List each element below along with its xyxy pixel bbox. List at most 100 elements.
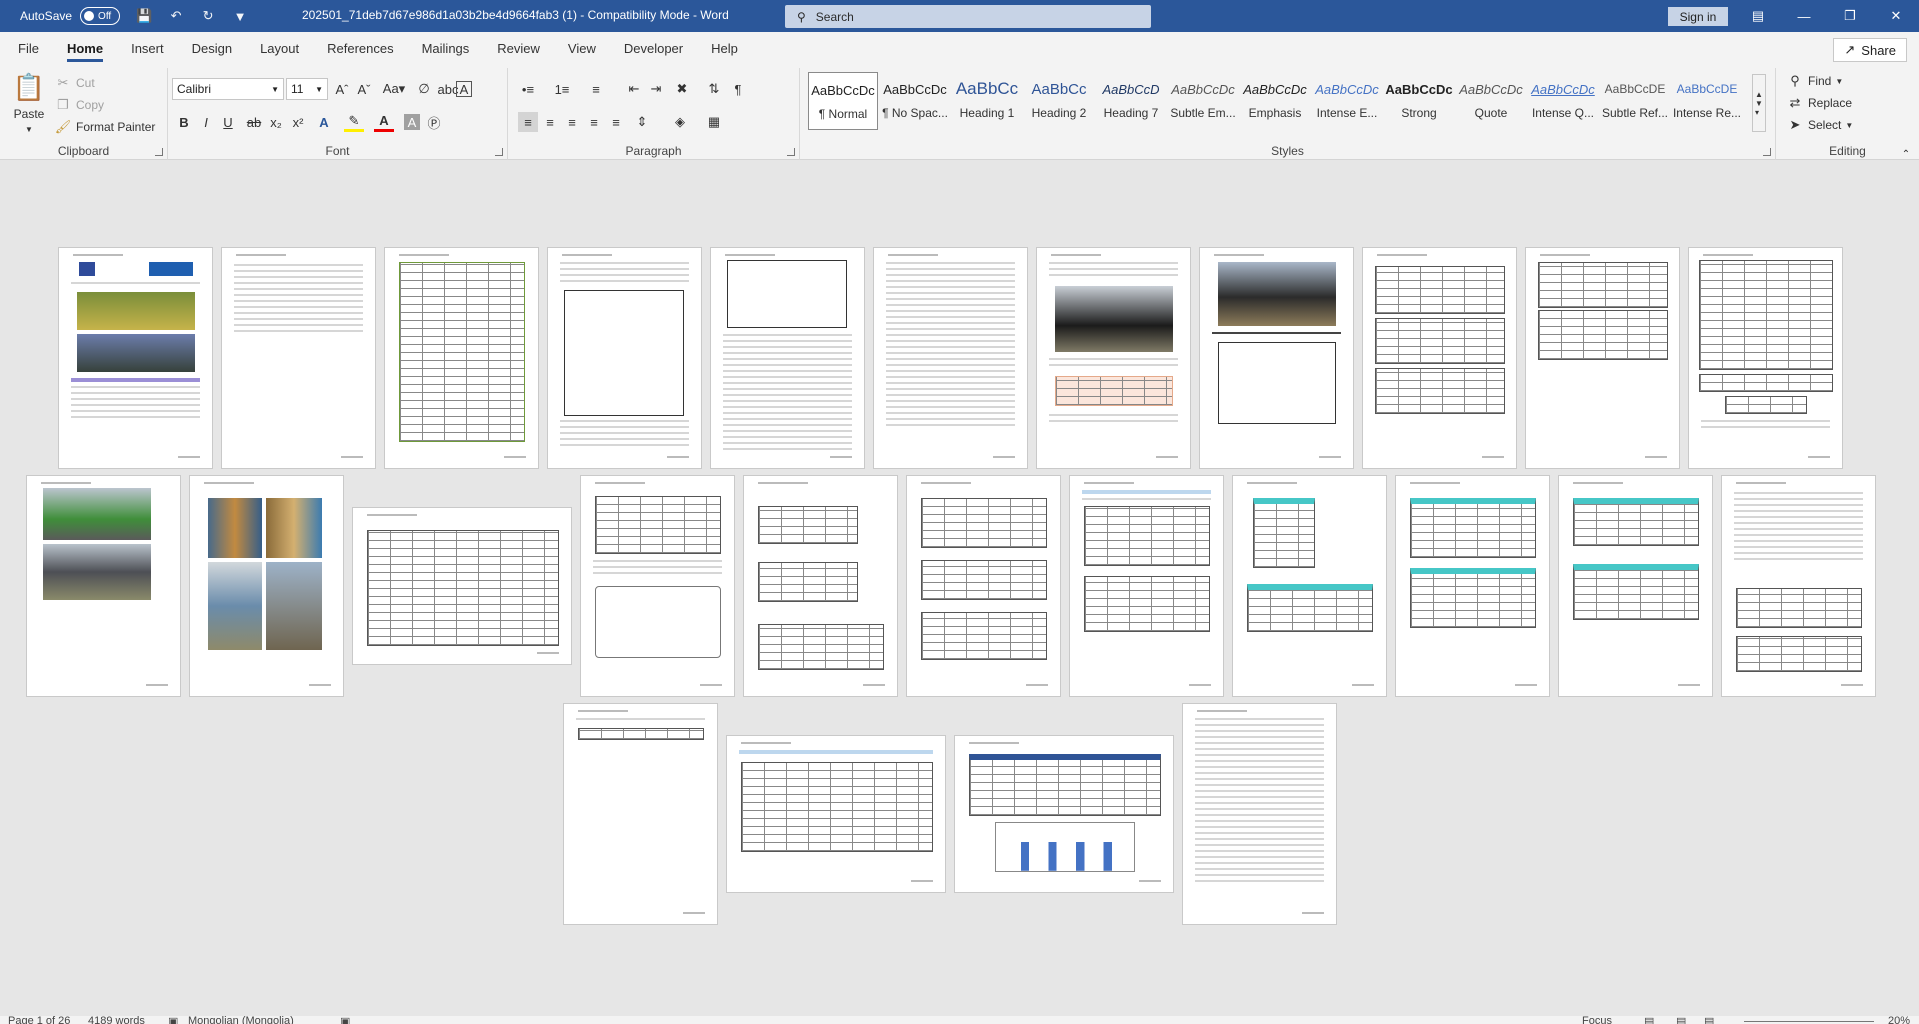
customize-qat-icon[interactable]: ▼ bbox=[232, 8, 248, 24]
line-spacing-icon[interactable]: ⇕ bbox=[632, 112, 652, 132]
multilevel-list-icon[interactable]: ≡ bbox=[586, 79, 606, 99]
borders-icon[interactable]: ▦ bbox=[704, 112, 724, 132]
style-no-spacing[interactable]: AaBbCcDc ¶ No Spac... bbox=[880, 72, 950, 130]
page-thumbnail[interactable] bbox=[563, 703, 718, 925]
page-thumbnail[interactable] bbox=[1069, 475, 1224, 697]
clear-formatting-icon[interactable]: ∅ bbox=[414, 79, 434, 99]
style-heading-2[interactable]: AaBbCc Heading 2 bbox=[1024, 72, 1094, 130]
character-border-icon[interactable]: A bbox=[456, 81, 472, 97]
sort-icon[interactable]: ⇅ bbox=[704, 79, 724, 99]
autosave-toggle[interactable]: Off bbox=[80, 7, 121, 25]
tab-references[interactable]: References bbox=[313, 41, 407, 64]
signin-button[interactable]: Sign in bbox=[1668, 7, 1728, 26]
decrease-indent-icon[interactable]: ⇤ bbox=[624, 79, 644, 99]
tab-insert[interactable]: Insert bbox=[117, 41, 178, 64]
format-painter-button[interactable]: 🖌 Format Painter bbox=[54, 118, 156, 136]
tab-file[interactable]: File bbox=[4, 41, 53, 64]
page-thumbnail[interactable] bbox=[1558, 475, 1713, 697]
page-thumbnail[interactable] bbox=[1688, 247, 1843, 469]
paragraph-launcher-icon[interactable] bbox=[787, 148, 795, 156]
style-strong[interactable]: AaBbCcDс Strong bbox=[1384, 72, 1454, 130]
page-thumbnail[interactable] bbox=[726, 735, 946, 893]
autosave[interactable]: AutoSave Off bbox=[20, 7, 121, 25]
font-launcher-icon[interactable] bbox=[495, 148, 503, 156]
page-thumbnail[interactable] bbox=[1036, 247, 1191, 469]
ribbon-display-icon[interactable]: ▤ bbox=[1735, 0, 1781, 32]
share-button[interactable]: ↗ Share bbox=[1833, 38, 1907, 62]
word-count[interactable]: 4189 words bbox=[88, 1015, 145, 1024]
text-effects-icon[interactable]: A bbox=[314, 112, 334, 132]
focus-button[interactable]: Focus bbox=[1582, 1015, 1612, 1024]
shrink-font-icon[interactable]: Aˇ bbox=[354, 79, 374, 99]
style-normal[interactable]: AaBbCcDc ¶ Normal bbox=[808, 72, 878, 130]
print-layout-icon[interactable]: ▤ bbox=[1676, 1015, 1686, 1024]
underline-button[interactable]: U bbox=[218, 112, 238, 132]
page-thumbnail[interactable] bbox=[352, 507, 572, 665]
distributed-icon[interactable]: ≡ bbox=[606, 112, 626, 132]
page-thumbnail[interactable] bbox=[58, 247, 213, 469]
proofing-icon[interactable]: ▣ bbox=[168, 1015, 178, 1024]
clipboard-launcher-icon[interactable] bbox=[155, 148, 163, 156]
style-intense-quote[interactable]: AaBbCcDс Intense Q... bbox=[1528, 72, 1598, 130]
page-count[interactable]: Page 1 of 26 bbox=[8, 1015, 70, 1024]
bullets-icon[interactable]: •≡ bbox=[518, 79, 538, 99]
pilcrow-icon[interactable]: ¶ bbox=[728, 79, 748, 99]
page-thumbnail[interactable] bbox=[1362, 247, 1517, 469]
page-thumbnail[interactable] bbox=[1232, 475, 1387, 697]
font-size-select[interactable]: 11 ▼ bbox=[286, 78, 328, 100]
style-subtle-reference[interactable]: AaBbCcDE Subtle Ref... bbox=[1600, 72, 1670, 130]
tab-layout[interactable]: Layout bbox=[246, 41, 313, 64]
style-intense-emphasis[interactable]: AaBbCcDс Intense E... bbox=[1312, 72, 1382, 130]
page-thumbnail[interactable] bbox=[873, 247, 1028, 469]
style-quote[interactable]: AaBbCcDс Quote bbox=[1456, 72, 1526, 130]
align-left-icon[interactable]: ≡ bbox=[518, 112, 538, 132]
asian-layout-icon[interactable]: ✖ bbox=[672, 79, 692, 99]
highlight-icon[interactable]: ✎ bbox=[344, 112, 364, 132]
style-heading-7[interactable]: AaBbCcD Heading 7 bbox=[1096, 72, 1166, 130]
page-thumbnail[interactable] bbox=[954, 735, 1174, 893]
page-thumbnail[interactable] bbox=[547, 247, 702, 469]
styles-launcher-icon[interactable] bbox=[1763, 148, 1771, 156]
page-thumbnail[interactable] bbox=[384, 247, 539, 469]
page-thumbnail[interactable] bbox=[710, 247, 865, 469]
increase-indent-icon[interactable]: ⇥ bbox=[646, 79, 666, 99]
page-thumbnail[interactable] bbox=[743, 475, 898, 697]
page-thumbnail[interactable] bbox=[189, 475, 344, 697]
superscript-button[interactable]: x² bbox=[288, 112, 308, 132]
tab-home[interactable]: Home bbox=[53, 41, 117, 64]
save-icon[interactable]: 💾 bbox=[136, 8, 152, 24]
phonetic-guide-icon[interactable]: abc bbox=[438, 79, 459, 99]
find-button[interactable]: ⚲ Find ▼ bbox=[1786, 72, 1843, 90]
grow-font-icon[interactable]: Aˆ bbox=[332, 79, 352, 99]
tab-developer[interactable]: Developer bbox=[610, 41, 697, 64]
style-emphasis[interactable]: AaBbCcDс Emphasis bbox=[1240, 72, 1310, 130]
subscript-button[interactable]: x₂ bbox=[266, 112, 286, 132]
page-thumbnail[interactable] bbox=[906, 475, 1061, 697]
style-intense-reference[interactable]: AaBbCcDE Intense Re... bbox=[1672, 72, 1742, 130]
minimize-icon[interactable]: — bbox=[1781, 0, 1827, 32]
bold-button[interactable]: B bbox=[174, 112, 194, 132]
page-thumbnail[interactable] bbox=[580, 475, 735, 697]
close-icon[interactable]: ✕ bbox=[1873, 0, 1919, 32]
style-heading-1[interactable]: AaBbCс Heading 1 bbox=[952, 72, 1022, 130]
styles-scroll[interactable]: ▲ ▼ ▾ bbox=[1752, 74, 1766, 132]
select-button[interactable]: ➤ Select ▼ bbox=[1786, 116, 1854, 134]
undo-icon[interactable]: ↶ bbox=[168, 8, 184, 24]
page-thumbnail[interactable] bbox=[26, 475, 181, 697]
page-thumbnail[interactable] bbox=[1525, 247, 1680, 469]
tab-view[interactable]: View bbox=[554, 41, 610, 64]
character-shading-icon[interactable]: A bbox=[404, 114, 420, 130]
zoom-slider[interactable] bbox=[1744, 1021, 1874, 1022]
cut-button[interactable]: ✂ Cut bbox=[54, 74, 95, 92]
strikethrough-button[interactable]: ab bbox=[244, 112, 264, 132]
tab-help[interactable]: Help bbox=[697, 41, 752, 64]
change-case-icon[interactable]: Aa▾ bbox=[380, 79, 408, 99]
restore-icon[interactable]: ❐ bbox=[1827, 0, 1873, 32]
font-family-select[interactable]: Calibri ▼ bbox=[172, 78, 284, 100]
page-thumbnail[interactable] bbox=[1199, 247, 1354, 469]
zoom-level[interactable]: 20% bbox=[1888, 1015, 1910, 1024]
tab-design[interactable]: Design bbox=[178, 41, 246, 64]
language[interactable]: Mongolian (Mongolia) bbox=[188, 1015, 294, 1024]
font-color-icon[interactable]: A bbox=[374, 112, 394, 132]
italic-button[interactable]: I bbox=[196, 112, 216, 132]
